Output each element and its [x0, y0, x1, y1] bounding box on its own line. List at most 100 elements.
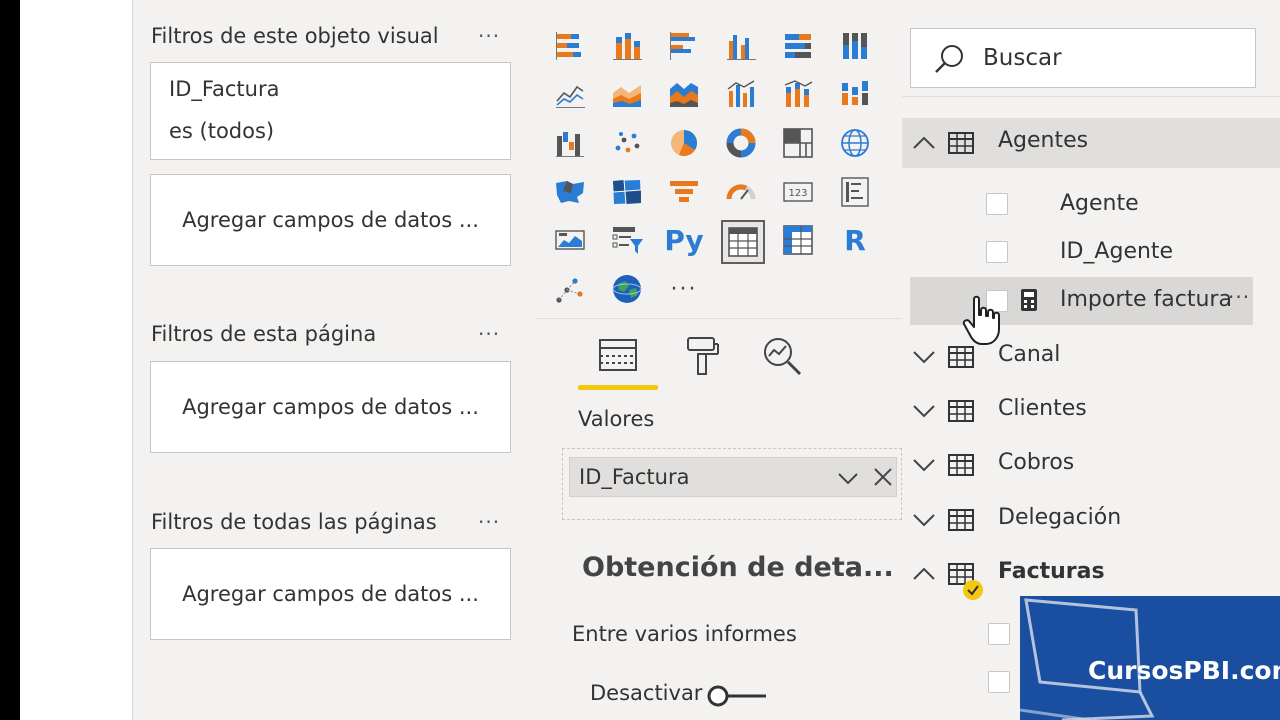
field-checkbox[interactable]: [986, 193, 1008, 215]
more-visuals-glyph: ···: [670, 276, 698, 302]
field-id-agente[interactable]: ID_Agente: [902, 229, 1280, 277]
visual-filters-add-fields[interactable]: Agregar campos de datos ...: [150, 174, 511, 266]
python-visual-glyph: Py: [664, 223, 704, 257]
format-tab-icon[interactable]: [672, 326, 732, 386]
line-clustered-column-chart-icon[interactable]: [721, 74, 761, 114]
table-name: Facturas: [998, 559, 1105, 584]
field-agente[interactable]: Agente: [902, 181, 1280, 229]
table-icon: [948, 400, 974, 426]
page-filters-add-fields[interactable]: Agregar campos de datos ...: [150, 361, 511, 453]
table-icon: [948, 132, 974, 158]
table-agentes[interactable]: Agentes: [902, 118, 1280, 168]
table-name: Delegación: [998, 505, 1122, 530]
cross-report-toggle-label: Desactivar: [590, 681, 703, 705]
values-well-label: Valores: [578, 407, 655, 431]
filter-card-condition: es (todos): [169, 119, 275, 143]
stacked-area-chart-icon[interactable]: [664, 74, 704, 114]
line-stacked-column-chart-icon[interactable]: [778, 74, 818, 114]
field-checkbox[interactable]: [988, 623, 1010, 645]
chevron-down-icon[interactable]: [836, 466, 860, 494]
arcgis-map-icon[interactable]: [607, 269, 647, 309]
r-visual-icon[interactable]: R: [835, 220, 875, 260]
visualizations-pane: 123 Py R ··· Valores ID_Factura Obtenció…: [536, 0, 902, 720]
field-checkbox[interactable]: [986, 241, 1008, 263]
stacked-column-chart-icon[interactable]: [607, 26, 647, 66]
svg-text:123: 123: [788, 188, 807, 199]
visuals-gallery: 123 Py R ···: [550, 26, 880, 316]
slicer-icon[interactable]: [607, 220, 647, 260]
filter-card-id-factura[interactable]: ID_Factura es (todos): [150, 62, 511, 160]
table-icon[interactable]: [721, 220, 765, 264]
more-visuals-icon[interactable]: ···: [664, 269, 704, 309]
donut-chart-icon[interactable]: [721, 123, 761, 163]
fields-search-input[interactable]: Buscar: [910, 28, 1256, 88]
search-icon: [933, 43, 965, 79]
visual-filters-title: Filtros de este objeto visual: [151, 24, 439, 48]
gauge-icon[interactable]: [721, 172, 761, 212]
treemap-icon[interactable]: [778, 123, 818, 163]
cross-report-toggle[interactable]: [706, 684, 768, 708]
page-filters-more-button[interactable]: ···: [478, 322, 500, 346]
fields-tab-icon[interactable]: [588, 326, 648, 386]
funnel-icon[interactable]: [664, 172, 704, 212]
cursospbi-watermark: CursosPBI.com: [1020, 596, 1280, 720]
scatter-chart-icon[interactable]: [607, 123, 647, 163]
map-icon[interactable]: [835, 123, 875, 163]
chevron-down-icon[interactable]: [912, 508, 936, 536]
values-field-name: ID_Factura: [579, 465, 690, 489]
chevron-down-icon[interactable]: [912, 345, 936, 373]
analytics-tab-icon[interactable]: [752, 326, 812, 386]
hand-cursor-icon: [962, 295, 1002, 351]
100-stacked-bar-chart-icon[interactable]: [778, 26, 818, 66]
page-filters-title: Filtros de esta página: [151, 322, 377, 346]
table-icon: [948, 454, 974, 480]
100-stacked-column-chart-icon[interactable]: [835, 26, 875, 66]
table-name: Cobros: [998, 450, 1075, 475]
chevron-up-icon[interactable]: [912, 131, 936, 159]
field-name: ID_Agente: [1060, 239, 1174, 264]
area-chart-icon[interactable]: [607, 74, 647, 114]
field-more-button[interactable]: ···: [1228, 285, 1250, 309]
values-field-chip[interactable]: ID_Factura: [569, 457, 897, 497]
waterfall-chart-icon[interactable]: [550, 123, 590, 163]
close-icon[interactable]: [872, 466, 894, 492]
matrix-icon[interactable]: [778, 220, 818, 260]
filled-map-icon[interactable]: [550, 172, 590, 212]
chevron-down-icon[interactable]: [912, 399, 936, 427]
all-pages-filters-title: Filtros de todas las páginas: [151, 510, 437, 534]
r-visual-glyph: R: [844, 223, 866, 257]
clustered-column-chart-icon[interactable]: [721, 26, 761, 66]
table-clientes[interactable]: Clientes: [902, 386, 1280, 436]
table-canal[interactable]: Canal: [902, 332, 1280, 382]
decomposition-tree-icon[interactable]: [550, 269, 590, 309]
table-icon: [948, 509, 974, 535]
stacked-bar-chart-icon[interactable]: [550, 26, 590, 66]
table-facturas[interactable]: Facturas: [902, 549, 1280, 600]
shape-map-icon[interactable]: [607, 172, 647, 212]
selected-check-icon: [962, 579, 984, 605]
report-canvas-edge: [20, 0, 133, 720]
line-chart-icon[interactable]: [550, 74, 590, 114]
clustered-bar-chart-icon[interactable]: [664, 26, 704, 66]
multi-row-card-icon[interactable]: [835, 172, 875, 212]
chevron-up-icon[interactable]: [912, 562, 936, 590]
all-pages-filters-more-button[interactable]: ···: [478, 510, 500, 534]
filter-card-field: ID_Factura: [169, 77, 280, 101]
table-delegacion[interactable]: Delegación: [902, 495, 1280, 545]
pie-chart-icon[interactable]: [664, 123, 704, 163]
all-pages-filters-add-fields[interactable]: Agregar campos de datos ...: [150, 548, 511, 640]
visual-filters-more-button[interactable]: ···: [478, 24, 500, 48]
field-name: Agente: [1060, 191, 1139, 216]
cross-report-label: Entre varios informes: [572, 622, 797, 646]
kpi-icon[interactable]: [550, 220, 590, 260]
table-name: Clientes: [998, 396, 1087, 421]
card-icon[interactable]: 123: [778, 172, 818, 212]
active-tab-indicator: [578, 385, 658, 390]
table-name: Canal: [998, 342, 1061, 367]
field-checkbox[interactable]: [988, 671, 1010, 693]
ribbon-chart-icon[interactable]: [835, 74, 875, 114]
python-visual-icon[interactable]: Py: [664, 220, 704, 260]
chevron-down-icon[interactable]: [912, 453, 936, 481]
values-well[interactable]: ID_Factura: [562, 448, 902, 520]
table-cobros[interactable]: Cobros: [902, 440, 1280, 490]
